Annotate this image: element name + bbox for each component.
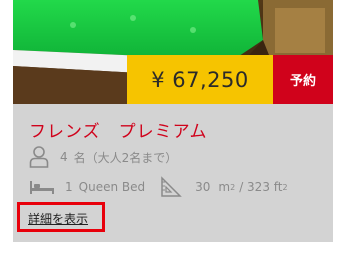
price-tag: ¥ 67,250 — [127, 55, 273, 104]
occupancy-count: 4 — [60, 150, 68, 164]
size-value: 30 — [195, 180, 211, 194]
size-imperial-sup: 2 — [282, 182, 288, 192]
bed-size-row: 1 Queen Bed 30 m2 / 323 ft 2 — [29, 175, 288, 199]
bed-count: 1 — [65, 180, 73, 194]
bed-type: Queen Bed — [78, 180, 146, 194]
size-unit: m — [218, 180, 231, 194]
size-imperial: / 323 ft — [239, 180, 283, 194]
occupancy-row: 4 名（大人2名まで） — [29, 144, 177, 170]
book-button[interactable]: 予約 — [273, 55, 333, 104]
occupancy-text: 名（大人2名まで） — [73, 150, 178, 165]
price-value: ¥ 67,250 — [151, 67, 249, 92]
bed-icon — [29, 179, 55, 195]
book-button-label: 予約 — [289, 74, 316, 89]
ruler-triangle-icon — [160, 176, 182, 198]
room-name: フレンズ プレミアム — [29, 122, 208, 142]
highlight-box — [17, 202, 105, 232]
person-icon — [29, 146, 49, 168]
size-unit-sup: 2 — [230, 182, 236, 192]
